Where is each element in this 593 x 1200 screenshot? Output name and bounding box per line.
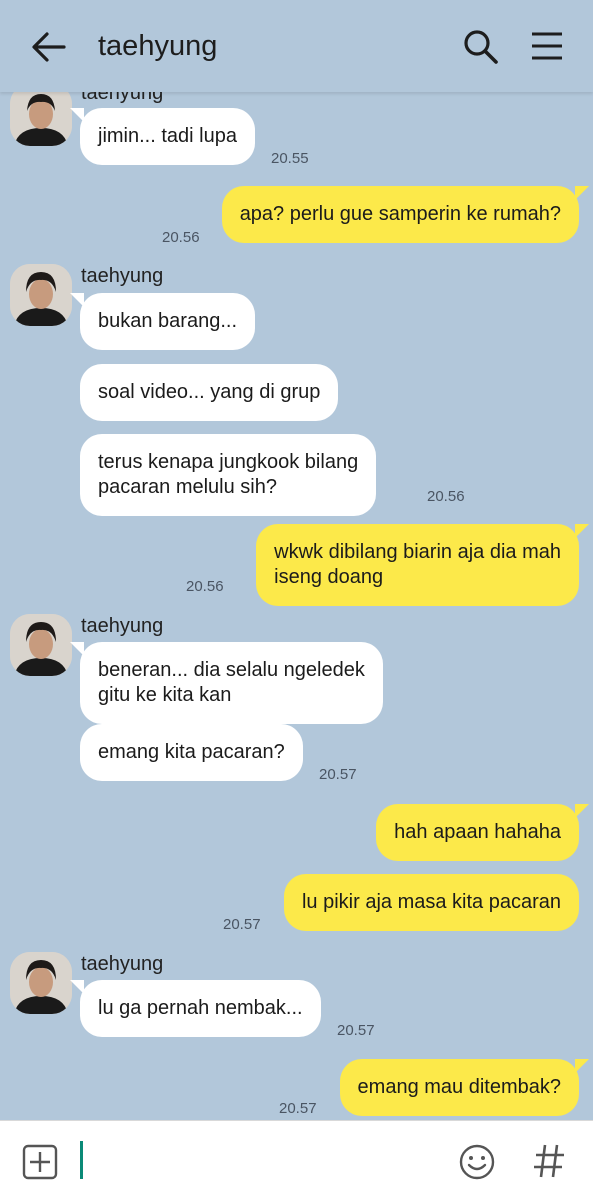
message-bubble-incoming[interactable]: beneran... dia selalu ngeledek gitu ke k… [70, 642, 383, 724]
message-time: 20.56 [162, 229, 200, 246]
plus-box-icon[interactable] [22, 1144, 58, 1180]
hamburger-menu-icon[interactable] [530, 30, 564, 62]
message-bubble-outgoing[interactable]: wkwk dibilang biarin aja dia mah iseng d… [256, 524, 589, 606]
search-icon[interactable] [462, 28, 500, 66]
message-time: 20.57 [337, 1022, 375, 1039]
message-time: 20.56 [186, 578, 224, 595]
chat-header: taehyung [0, 0, 593, 92]
message-time: 20.57 [319, 766, 357, 783]
message-input[interactable] [80, 1141, 83, 1179]
message-bubble-incoming[interactable]: jimin... tadi lupa [70, 108, 255, 165]
sender-name: taehyung [81, 953, 164, 975]
message-bubble-incoming[interactable]: terus kenapa jungkook bilang pacaran mel… [80, 434, 377, 516]
arrow-left-icon[interactable] [30, 30, 66, 64]
message-bubble-outgoing[interactable]: lu pikir aja masa kita pacaran [283, 874, 579, 931]
message-composer [0, 1120, 593, 1200]
avatar[interactable] [10, 952, 72, 1014]
message-time: 20.57 [279, 1100, 317, 1117]
message-bubble-outgoing[interactable]: apa? perlu gue samperin ke rumah? [221, 186, 590, 243]
message-bubble-incoming[interactable]: bukan barang... [70, 293, 255, 350]
avatar-photo-icon [10, 614, 72, 676]
avatar-photo-icon [10, 264, 72, 326]
smiley-icon[interactable] [458, 1143, 496, 1181]
avatar-photo-icon [10, 952, 72, 1014]
message-bubble-incoming[interactable]: emang kita pacaran? [80, 724, 303, 781]
avatar[interactable] [10, 614, 72, 676]
message-time: 20.55 [271, 150, 309, 167]
sender-name: taehyung [81, 265, 164, 287]
message-bubble-outgoing[interactable]: hah apaan hahaha [376, 804, 589, 861]
message-time: 20.57 [223, 916, 261, 933]
sender-name: taehyung [81, 92, 164, 104]
hashtag-icon[interactable] [530, 1141, 568, 1181]
message-bubble-outgoing[interactable]: emang mau ditembak? [339, 1059, 590, 1116]
message-time: 20.56 [427, 488, 465, 505]
sender-name: taehyung [81, 615, 164, 637]
avatar[interactable] [10, 92, 72, 146]
message-list[interactable]: taehyung jimin... tadi lupa 20.55 apa? p… [0, 92, 593, 1120]
message-bubble-incoming[interactable]: lu ga pernah nembak... [70, 980, 321, 1037]
avatar-photo-icon [10, 92, 72, 146]
avatar[interactable] [10, 264, 72, 326]
chat-title: taehyung [98, 30, 218, 62]
message-bubble-incoming[interactable]: soal video... yang di grup [80, 364, 339, 421]
